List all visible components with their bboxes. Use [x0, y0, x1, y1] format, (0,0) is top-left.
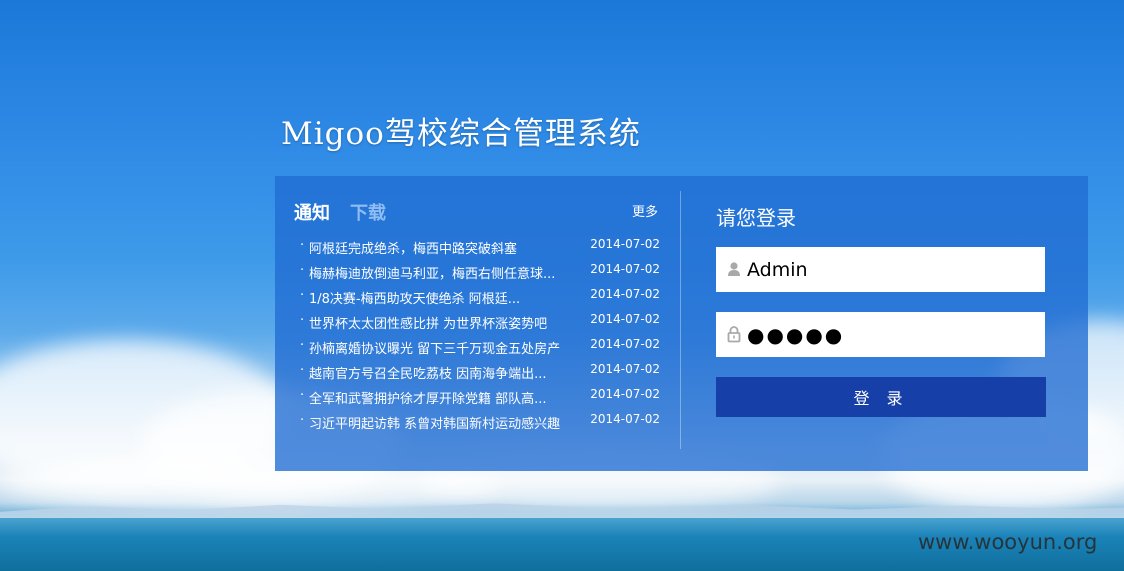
news-title[interactable]: 梅赫梅迪放倒迪马利亚，梅西右侧任意球... — [309, 263, 581, 282]
news-title[interactable]: 孙楠离婚协议曝光 留下三千万现金五处房产 — [309, 338, 581, 357]
news-date: 2014-07-02 — [590, 412, 660, 426]
news-date: 2014-07-02 — [590, 287, 660, 301]
more-link[interactable]: 更多 — [632, 201, 658, 220]
tab-notice[interactable]: 通知 — [294, 199, 330, 225]
login-title: 请您登录 — [716, 206, 796, 230]
bullet-icon: · — [300, 338, 305, 353]
bullet-icon: · — [300, 388, 305, 403]
bullet-icon: · — [300, 238, 305, 253]
lock-icon — [725, 325, 743, 343]
news-item[interactable]: · 阿根廷完成绝杀，梅西中路突破斜塞 2014-07-02 — [300, 235, 665, 260]
news-date: 2014-07-02 — [590, 262, 660, 276]
password-input[interactable] — [747, 312, 1037, 357]
watermark: www.wooyun.org — [918, 530, 1098, 554]
tab-download[interactable]: 下载 — [350, 199, 386, 225]
panel-divider — [680, 191, 681, 449]
main-panel: 通知 下载 更多 · 阿根廷完成绝杀，梅西中路突破斜塞 2014-07-02 ·… — [275, 176, 1088, 471]
bullet-icon: · — [300, 363, 305, 378]
news-item[interactable]: · 越南官方号召全民吃荔枝 因南海争端出... 2014-07-02 — [300, 360, 665, 385]
news-date: 2014-07-02 — [590, 312, 660, 326]
username-input[interactable] — [747, 247, 1037, 292]
news-list: · 阿根廷完成绝杀，梅西中路突破斜塞 2014-07-02 · 梅赫梅迪放倒迪马… — [300, 235, 665, 435]
bullet-icon: · — [300, 313, 305, 328]
news-title[interactable]: 1/8决赛-梅西助攻天使绝杀 阿根廷... — [309, 288, 581, 307]
news-item[interactable]: · 梅赫梅迪放倒迪马利亚，梅西右侧任意球... 2014-07-02 — [300, 260, 665, 285]
news-item[interactable]: · 全军和武警拥护徐才厚开除党籍 部队高... 2014-07-02 — [300, 385, 665, 410]
app-title: Migoo驾校综合管理系统 — [281, 116, 641, 152]
bullet-icon: · — [300, 413, 305, 428]
news-date: 2014-07-02 — [590, 362, 660, 376]
user-icon — [725, 260, 743, 278]
news-title[interactable]: 全军和武警拥护徐才厚开除党籍 部队高... — [309, 388, 581, 407]
login-button[interactable]: 登 录 — [716, 377, 1046, 417]
news-date: 2014-07-02 — [590, 337, 660, 351]
bullet-icon: · — [300, 263, 305, 278]
news-title[interactable]: 阿根廷完成绝杀，梅西中路突破斜塞 — [309, 238, 581, 257]
news-item[interactable]: · 习近平明起访韩 系曾对韩国新村运动感兴趣 2014-07-02 — [300, 410, 665, 435]
news-date: 2014-07-02 — [590, 387, 660, 401]
username-field[interactable] — [716, 247, 1045, 292]
news-title[interactable]: 越南官方号召全民吃荔枝 因南海争端出... — [309, 363, 581, 382]
news-item[interactable]: · 1/8决赛-梅西助攻天使绝杀 阿根廷... 2014-07-02 — [300, 285, 665, 310]
news-item[interactable]: · 孙楠离婚协议曝光 留下三千万现金五处房产 2014-07-02 — [300, 335, 665, 360]
news-item[interactable]: · 世界杯太太团性感比拼 为世界杯涨姿势吧 2014-07-02 — [300, 310, 665, 335]
news-title[interactable]: 习近平明起访韩 系曾对韩国新村运动感兴趣 — [309, 413, 581, 432]
password-field[interactable] — [716, 312, 1045, 357]
news-title[interactable]: 世界杯太太团性感比拼 为世界杯涨姿势吧 — [309, 313, 581, 332]
news-date: 2014-07-02 — [590, 237, 660, 251]
bullet-icon: · — [300, 288, 305, 303]
